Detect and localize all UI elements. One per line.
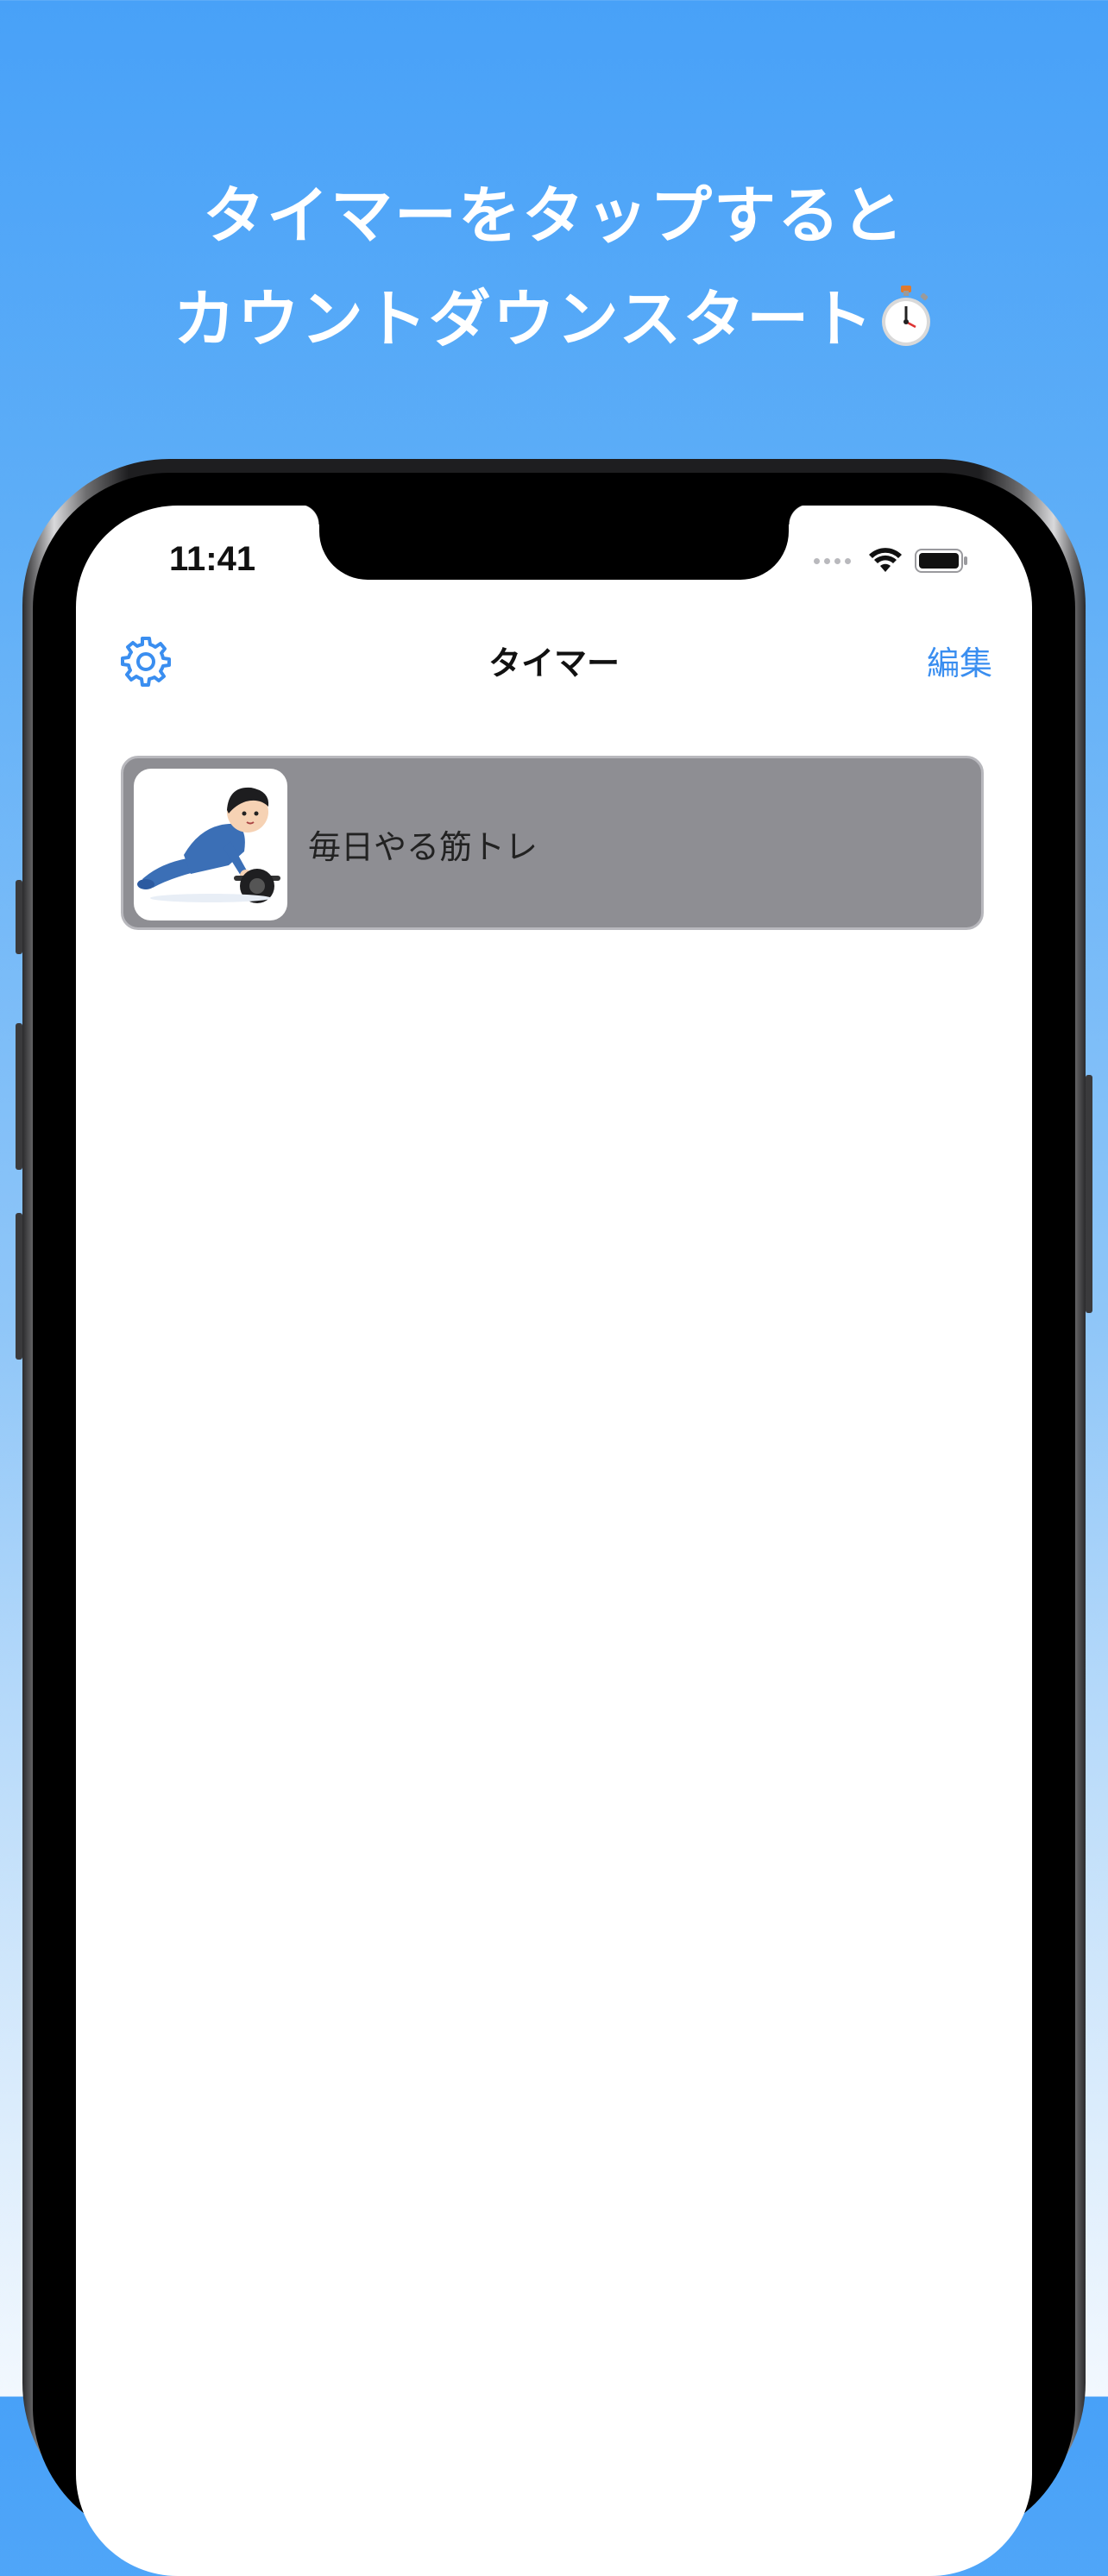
status-icons (814, 543, 968, 578)
phone-power-button (1086, 1075, 1092, 1313)
phone-volume-up-button (16, 1023, 22, 1170)
edit-button[interactable]: 編集 (927, 637, 992, 684)
promo-line-2: カウントダウンスタート (0, 267, 1108, 371)
promo-line-2-text: カウントダウンスタート (173, 283, 875, 355)
wifi-icon (869, 548, 902, 572)
stopwatch-icon (882, 286, 931, 346)
signal-icon (814, 557, 851, 564)
promo-line-1: タイマーをタップすると (202, 179, 905, 252)
phone-volume-down-button (16, 1213, 22, 1360)
timer-thumbnail (134, 769, 287, 920)
timer-list-item[interactable]: 毎日やる筋トレ (121, 756, 984, 930)
timer-name: 毎日やる筋トレ (308, 828, 538, 866)
phone-silent-switch (16, 880, 22, 954)
nav-title: タイマー (488, 644, 620, 682)
status-time: 11:41 (169, 540, 256, 578)
ab-roller-workout-illustration (137, 787, 280, 903)
phone-notch (299, 506, 809, 580)
promo-headline: タイマーをタップすると カウントダウンスタート (0, 164, 1108, 371)
phone-screen: 11:41 タイマー 編集 毎日やる筋トレ (76, 506, 1032, 2576)
battery-icon (915, 549, 967, 573)
